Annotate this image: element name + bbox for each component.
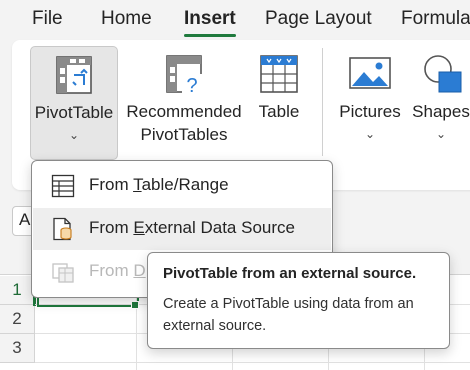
from-external-data-source-item[interactable]: From External Data Source <box>33 208 331 250</box>
pivot-table-icon <box>56 56 92 94</box>
tab-insert[interactable]: Insert <box>184 8 236 30</box>
table-range-icon <box>51 174 75 198</box>
recommended-label-line2: PivotTables <box>140 125 228 144</box>
pictures-button[interactable]: Pictures ⌄ <box>336 46 404 158</box>
tab-formulas[interactable]: Formula <box>401 8 470 30</box>
shapes-button[interactable]: Shapes ⌄ <box>408 46 470 158</box>
row-header-3[interactable]: 3 <box>0 334 35 363</box>
tab-page-layout[interactable]: Page Layout <box>265 8 372 30</box>
row-header-2[interactable]: 2 <box>0 305 35 334</box>
pivot-table-label: PivotTable <box>34 103 114 122</box>
pivot-table-button[interactable]: PivotTable ⌄ <box>30 46 118 160</box>
recommended-label-line1: Recommended <box>126 102 242 121</box>
chevron-down-icon: ⌄ <box>435 127 447 141</box>
pictures-label: Pictures <box>339 102 401 121</box>
from-data-model-label: From D <box>89 261 146 280</box>
fill-handle[interactable] <box>131 301 139 309</box>
grid-line <box>35 362 470 363</box>
tooltip: PivotTable from an external source. Crea… <box>147 252 450 349</box>
chevron-down-icon: ⌄ <box>364 127 376 141</box>
tab-file[interactable]: File <box>32 8 63 30</box>
shapes-label: Shapes <box>412 102 470 121</box>
from-table-range-item[interactable]: From Table/Range <box>33 165 331 207</box>
svg-text:?: ? <box>186 75 197 96</box>
from-external-data-source-label: From External Data Source <box>89 218 295 237</box>
picture-icon <box>349 57 391 89</box>
name-box-value: A <box>19 210 31 229</box>
ribbon-group-divider <box>322 48 323 156</box>
table-label: Table <box>258 102 300 121</box>
recommended-pivot-tables-button[interactable]: ? Recommended PivotTables <box>122 46 246 158</box>
menu-bar: File Home Insert Page Layout Formula <box>0 0 470 40</box>
table-icon <box>260 55 298 93</box>
recommended-pivot-icon: ? <box>166 55 204 96</box>
tooltip-title: PivotTable from an external source. <box>163 265 417 282</box>
row-header-1[interactable]: 1 <box>0 276 35 305</box>
shapes-icon <box>424 55 462 93</box>
table-button[interactable]: Table <box>248 46 310 158</box>
active-tab-indicator <box>184 34 236 37</box>
from-table-range-label: From Table/Range <box>89 175 229 194</box>
data-model-icon <box>52 263 74 283</box>
chevron-down-icon: ⌄ <box>68 128 80 142</box>
external-data-icon <box>53 217 72 241</box>
tab-home[interactable]: Home <box>101 8 152 30</box>
tooltip-body: Create a PivotTable using data from an e… <box>163 296 414 334</box>
